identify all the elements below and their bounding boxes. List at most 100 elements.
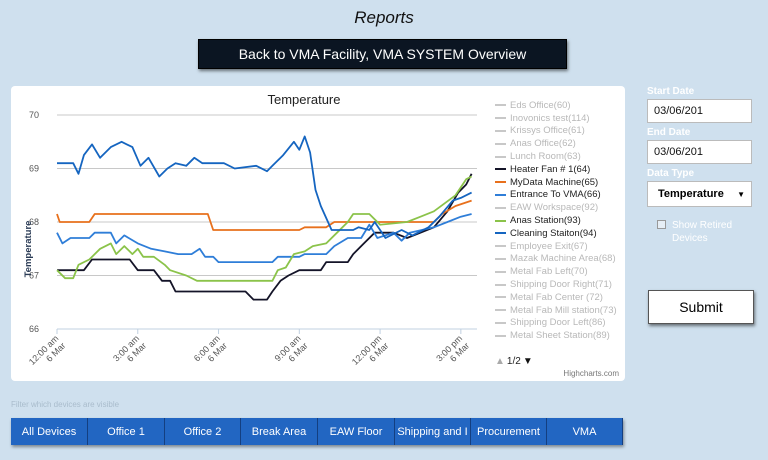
- legend-swatch: [495, 309, 506, 312]
- data-type-selected: Temperature: [658, 188, 724, 200]
- legend-swatch: [495, 129, 506, 132]
- legend-swatch: [495, 117, 506, 120]
- y-axis-title: Temperature: [23, 221, 34, 278]
- legend-swatch: [495, 321, 506, 324]
- legend-item[interactable]: Eds Office(60): [495, 99, 625, 112]
- legend-label: Employee Exit(67): [510, 240, 588, 252]
- legend-item[interactable]: Metal Fab Left(70): [495, 265, 625, 278]
- legend-page-indicator: 1/2: [506, 356, 521, 367]
- legend-label: MyData Machine(65): [510, 176, 599, 188]
- legend-swatch: [495, 168, 506, 171]
- y-tick-label: 66: [29, 324, 39, 334]
- show-retired-row: Show Retired Devices: [647, 219, 755, 245]
- legend-swatch: [495, 334, 506, 337]
- legend-swatch: [495, 270, 506, 273]
- legend-swatch: [495, 219, 506, 222]
- tab-shipping-and-i[interactable]: Shipping and I: [395, 418, 471, 445]
- legend-item[interactable]: Krissys Office(61): [495, 125, 625, 138]
- legend-label: Metal Sheet Station(89): [510, 330, 610, 342]
- legend-item[interactable]: Metal Fab Mill station(73): [495, 304, 625, 317]
- chart-legend: Eds Office(60) Inovonics test(114) Krissys…: [495, 99, 625, 342]
- legend-swatch: [495, 193, 506, 196]
- tab-procurement[interactable]: Procurement: [471, 418, 547, 445]
- page-title: Reports: [354, 8, 414, 27]
- data-type-select[interactable]: Temperature ▼: [647, 181, 752, 207]
- x-tick-label: 3:00 pm6 Mar: [434, 333, 471, 370]
- legend-label: Heater Fan # 1(64): [510, 163, 591, 175]
- show-retired-label[interactable]: Show Retired Devices: [672, 219, 742, 245]
- legend-label: Lunch Room(63): [510, 151, 581, 163]
- tab-office-1[interactable]: Office 1: [88, 418, 165, 445]
- highcharts-credits[interactable]: Highcharts.com: [563, 369, 619, 378]
- legend-item[interactable]: Entrance To VMA(66): [495, 189, 625, 202]
- legend-label: Anas Office(62): [510, 138, 576, 150]
- x-tick-label: 12:00 am6 Mar: [27, 333, 68, 374]
- legend-item[interactable]: Cleaning Staiton(94): [495, 227, 625, 240]
- legend-label: EAW Workspace(92): [510, 202, 599, 214]
- legend-swatch: [495, 104, 506, 107]
- legend-label: Metal Fab Center (72): [510, 291, 603, 303]
- tab-eaw-floor[interactable]: EAW Floor: [318, 418, 395, 445]
- tab-all-devices[interactable]: All Devices: [11, 418, 88, 445]
- legend-label: Anas Station(93): [510, 215, 581, 227]
- legend-pager: ▲ 1/2 ▼: [495, 356, 533, 367]
- legend-swatch: [495, 181, 506, 184]
- legend-item[interactable]: MyData Machine(65): [495, 176, 625, 189]
- start-date-label: Start Date: [647, 86, 695, 97]
- legend-label: Eds Office(60): [510, 99, 571, 111]
- legend-label: Inovonics test(114): [510, 112, 590, 124]
- chart-title: Temperature: [268, 92, 341, 107]
- chevron-down-icon: ▼: [737, 189, 745, 199]
- start-date-input[interactable]: [647, 99, 752, 123]
- x-tick-label: 9:00 am6 Mar: [273, 333, 310, 370]
- legend-item[interactable]: Anas Office(62): [495, 137, 625, 150]
- pager-down-icon[interactable]: ▼: [523, 356, 533, 367]
- legend-item[interactable]: Shipping Door Right(71): [495, 278, 625, 291]
- legend-item[interactable]: Metal Sheet Station(89): [495, 329, 625, 342]
- submit-button[interactable]: Submit: [648, 290, 754, 324]
- legend-item[interactable]: Inovonics test(114): [495, 112, 625, 125]
- series-line-anas-station-93[interactable]: [56, 175, 473, 282]
- legend-swatch: [495, 142, 506, 145]
- pager-up-icon[interactable]: ▲: [495, 356, 505, 367]
- legend-label: Metal Fab Mill station(73): [510, 304, 617, 316]
- legend-swatch: [495, 155, 506, 158]
- legend-item[interactable]: Metal Fab Center (72): [495, 291, 625, 304]
- legend-swatch: [495, 283, 506, 286]
- legend-item[interactable]: EAW Workspace(92): [495, 201, 625, 214]
- report-controls: Start Date End Date Data Type Temperatur…: [647, 86, 755, 245]
- tab-break-area[interactable]: Break Area: [241, 418, 318, 445]
- legend-item[interactable]: Shipping Door Left(86): [495, 317, 625, 330]
- legend-label: Shipping Door Right(71): [510, 279, 612, 291]
- legend-item[interactable]: Heater Fan # 1(64): [495, 163, 625, 176]
- legend-label: Metal Fab Left(70): [510, 266, 588, 278]
- legend-item[interactable]: Employee Exit(67): [495, 240, 625, 253]
- legend-swatch: [495, 296, 506, 299]
- legend-label: Cleaning Staiton(94): [510, 227, 597, 239]
- series-line-mydata-machine-65[interactable]: [56, 199, 472, 231]
- x-tick-label: 6:00 am6 Mar: [192, 333, 229, 370]
- y-tick-label: 69: [29, 164, 39, 174]
- legend-label: Entrance To VMA(66): [510, 189, 601, 201]
- legend-item[interactable]: Mazak Machine Area(68): [495, 253, 625, 266]
- legend-label: Mazak Machine Area(68): [510, 253, 616, 265]
- legend-swatch: [495, 245, 506, 248]
- legend-item[interactable]: Anas Station(93): [495, 214, 625, 227]
- back-to-overview-button[interactable]: Back to VMA Facility, VMA SYSTEM Overvie…: [198, 39, 567, 69]
- end-date-input[interactable]: [647, 140, 752, 164]
- legend-item[interactable]: Lunch Room(63): [495, 150, 625, 163]
- show-retired-checkbox[interactable]: [657, 220, 666, 229]
- y-tick-label: 70: [29, 110, 39, 120]
- legend-label: Krissys Office(61): [510, 125, 585, 137]
- x-tick-label: 12:00 pm6 Mar: [350, 333, 391, 374]
- legend-swatch: [495, 257, 506, 260]
- legend-label: Shipping Door Left(86): [510, 317, 606, 329]
- device-group-tabs: All Devices Office 1 Office 2 Break Area EAW…: [11, 418, 623, 445]
- filter-hint: Filter which devices are visible: [11, 400, 120, 409]
- tab-office-2[interactable]: Office 2: [165, 418, 241, 445]
- tab-vma[interactable]: VMA: [547, 418, 623, 445]
- temperature-chart-panel: 66 67 68 69 70 12:00 am6 Mar 3:00 am6 Mar 6:00 …: [11, 86, 625, 381]
- data-type-label: Data Type: [647, 168, 695, 179]
- x-tick-label: 3:00 am6 Mar: [111, 333, 148, 370]
- legend-swatch: [495, 232, 506, 235]
